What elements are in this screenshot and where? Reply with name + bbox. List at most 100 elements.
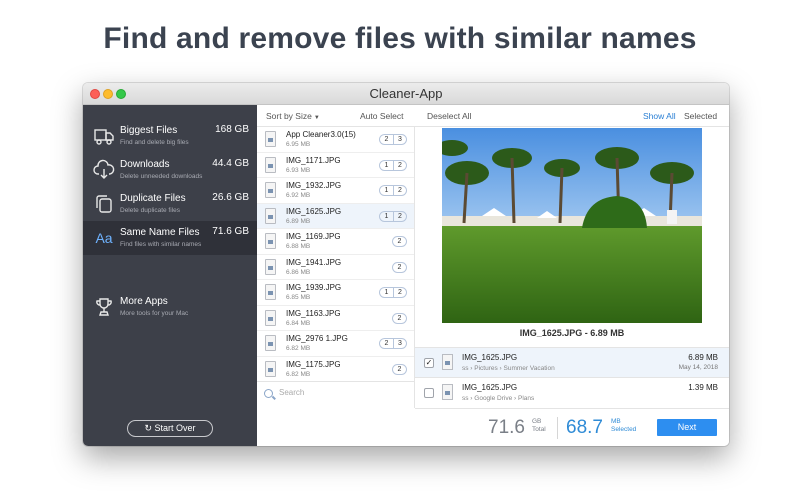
restart-icon: ↻	[144, 423, 152, 433]
close-window-button[interactable]	[90, 89, 100, 99]
sidebar-item-size: 168 GB	[215, 124, 249, 135]
badge-count: 2	[393, 186, 406, 195]
list-item[interactable]: IMG_1163.JPG 6.84 MB 2	[257, 306, 414, 331]
sidebar-item-size: 71.6 GB	[212, 226, 249, 237]
location-path: ss › Pictures › Summer Vacation	[462, 365, 555, 372]
preview-caption: IMG_1625.JPG - 6.89 MB	[519, 328, 625, 338]
file-size: 6.95 MB	[286, 141, 311, 148]
total-label: Total	[532, 426, 546, 433]
file-list: App Cleaner3.0(15) 6.95 MB 23 IMG_1171.J…	[257, 127, 415, 381]
list-item[interactable]: IMG_2976 1.JPG 6.82 MB 23	[257, 331, 414, 357]
sidebar-item-label: Downloads	[120, 159, 170, 170]
sidebar-item-more-apps[interactable]: More Apps More tools for your Mac	[83, 290, 257, 324]
zoom-window-button[interactable]	[116, 89, 126, 99]
selected-tab[interactable]: Selected	[684, 105, 717, 127]
window-title: Cleaner-App	[369, 86, 443, 101]
file-icon	[265, 182, 276, 198]
sidebar-item-same-name-files[interactable]: Aa Same Name Files Find files with simil…	[83, 221, 257, 255]
location-checkbox[interactable]: ✓	[424, 358, 434, 368]
next-button[interactable]: Next	[657, 419, 717, 436]
file-name: IMG_1625.JPG	[286, 206, 342, 216]
cloud-download-icon	[93, 159, 115, 181]
selected-unit: MB Selected	[611, 418, 636, 434]
badge-count: 1	[384, 289, 389, 296]
text-aa-icon: Aa	[95, 230, 113, 246]
badge-count: 1	[384, 187, 389, 194]
sidebar-item-biggest-files[interactable]: Biggest Files Find and delete big files …	[83, 119, 257, 153]
file-name: IMG_1163.JPG	[286, 308, 341, 318]
file-name: IMG_1169.JPG	[286, 232, 341, 241]
copies-badge: 2	[392, 312, 407, 324]
sidebar-item-description: Delete unneeded downloads	[120, 173, 203, 180]
file-icon	[265, 284, 276, 300]
sort-label: Sort by Size	[266, 111, 312, 121]
sidebar-item-label: Duplicate Files	[120, 193, 186, 204]
location-row[interactable]: IMG_1625.JPG ss › Google Drive › Plans 1…	[415, 377, 729, 407]
selected-value: 68.7	[566, 417, 603, 438]
search-bar	[257, 381, 415, 408]
location-checkbox[interactable]	[424, 388, 434, 398]
list-item[interactable]: IMG_1939.JPG 6.85 MB 12	[257, 280, 414, 306]
start-over-button[interactable]: ↻ Start Over	[127, 420, 213, 437]
file-size: 6.93 MB	[286, 166, 311, 174]
file-icon	[265, 233, 276, 249]
minimize-window-button[interactable]	[103, 89, 113, 99]
copies-badge: 23	[379, 338, 407, 349]
show-all-tab[interactable]: Show All	[643, 105, 676, 127]
file-size: 6.82 MB	[286, 370, 311, 378]
truck-icon	[93, 125, 115, 147]
file-name: IMG_2976 1.JPG	[286, 334, 348, 343]
list-item[interactable]: IMG_1941.JPG 6.86 MB 2	[257, 255, 414, 280]
list-item[interactable]: IMG_1169.JPG 6.88 MB 2	[257, 229, 414, 255]
file-size: 6.82 MB	[286, 345, 311, 352]
list-item[interactable]: App Cleaner3.0(15) 6.95 MB 23	[257, 127, 414, 153]
sort-dropdown[interactable]: Sort by Size ▼	[266, 105, 320, 129]
file-icon	[265, 258, 276, 275]
file-name: IMG_1941.JPG	[286, 257, 342, 267]
sidebar-item-size: 44.4 GB	[212, 158, 249, 169]
search-input[interactable]	[279, 388, 399, 397]
trophy-icon	[93, 296, 115, 318]
sidebar-item-downloads[interactable]: Downloads Delete unneeded downloads 44.4…	[83, 153, 257, 187]
badge-count: 2	[397, 365, 402, 373]
badge-count: 3	[393, 339, 406, 348]
footer: 71.6 GB Total 68.7 MB Selected Next	[415, 408, 729, 446]
deselect-all-button[interactable]: Deselect All	[427, 105, 471, 127]
badge-count: 2	[393, 288, 406, 297]
copies-badge: 12	[379, 159, 407, 171]
location-date: May 14, 2018	[678, 364, 718, 371]
list-item[interactable]: IMG_1171.JPG 6.93 MB 12	[257, 153, 414, 178]
badge-count: 2	[393, 211, 406, 221]
sidebar-item-duplicate-files[interactable]: Duplicate Files Delete duplicate files 2…	[83, 187, 257, 221]
file-name: IMG_1932.JPG	[286, 181, 342, 190]
file-size: 6.85 MB	[286, 294, 311, 301]
file-icon	[265, 131, 276, 147]
selected-unit-label: MB	[611, 418, 621, 425]
divider	[557, 417, 558, 439]
sidebar-item-label: More Apps	[120, 296, 168, 307]
list-item[interactable]: IMG_1175.JPG 6.82 MB 2	[257, 357, 414, 382]
file-icon	[442, 384, 453, 400]
list-item[interactable]: IMG_1625.JPG 6.89 MB 12	[257, 203, 414, 229]
badge-count: 3	[393, 135, 406, 144]
file-icon	[442, 354, 453, 370]
duplicate-icon	[93, 193, 115, 215]
file-icon	[265, 207, 276, 224]
copies-badge: 12	[379, 210, 407, 222]
file-name: IMG_1171.JPG	[286, 155, 341, 165]
file-size: 6.88 MB	[286, 243, 311, 250]
sidebar-item-size: 26.6 GB	[212, 192, 249, 203]
sidebar: Biggest Files Find and delete big files …	[83, 105, 257, 446]
file-name: App Cleaner3.0(15)	[286, 130, 356, 139]
file-size: 6.86 MB	[286, 268, 311, 276]
file-size: 6.89 MB	[286, 217, 311, 225]
location-row[interactable]: ✓ IMG_1625.JPG ss › Pictures › Summer Va…	[415, 347, 729, 377]
badge-count: 2	[384, 340, 389, 347]
copies-badge: 2	[392, 236, 407, 247]
badge-count: 2	[397, 263, 402, 271]
sidebar-item-description: More tools for your Mac	[120, 310, 189, 317]
list-item[interactable]: IMG_1932.JPG 6.92 MB 12	[257, 178, 414, 204]
sidebar-item-label: Biggest Files	[120, 125, 178, 136]
auto-select-button[interactable]: Auto Select	[360, 105, 403, 127]
title-bar: Cleaner-App	[83, 83, 729, 105]
